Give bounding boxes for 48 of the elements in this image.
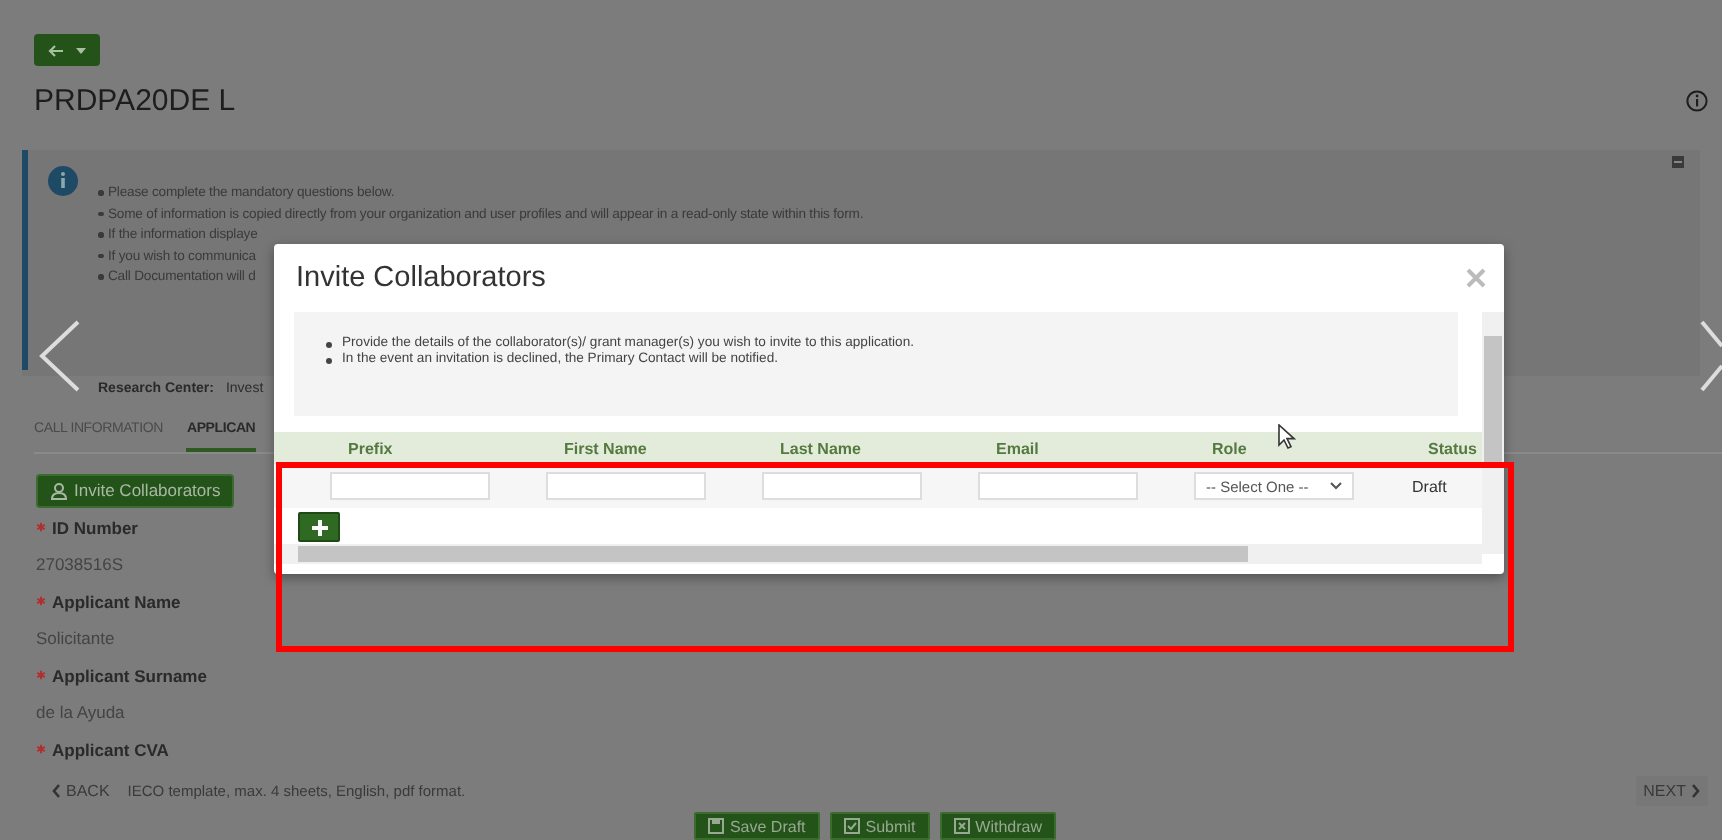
close-icon: [1466, 268, 1486, 288]
action-button[interactable]: Save Draft: [693, 812, 820, 840]
info-icon: [48, 166, 78, 196]
cursor-icon: [1278, 424, 1296, 450]
column-header: Role: [1212, 437, 1247, 461]
text-input[interactable]: [762, 472, 922, 500]
page-title: PRDPA20DE L: [34, 84, 236, 118]
invite-collaborators-button[interactable]: Invite Collaborators: [36, 474, 235, 508]
back-button[interactable]: BACK: [46, 781, 116, 800]
caret-down-icon: [1330, 482, 1342, 490]
field-label: Applicant Name: [52, 591, 181, 612]
column-header: Prefix: [348, 437, 393, 461]
text-input[interactable]: [546, 472, 706, 500]
column-header: Email: [996, 437, 1039, 461]
chevron-left-icon[interactable]: [38, 320, 80, 392]
text-input[interactable]: [330, 472, 490, 500]
action-button[interactable]: Withdraw: [939, 812, 1057, 840]
add-row-button[interactable]: [298, 512, 340, 542]
status-text: Draft: [1410, 477, 1447, 495]
chevron-right-icon[interactable]: [1700, 320, 1722, 392]
caret-down-icon: [76, 47, 86, 53]
field-value: 27038516S: [36, 551, 123, 578]
close-button[interactable]: [1466, 268, 1486, 288]
field-value: Solicitante: [36, 625, 115, 652]
back-dropdown-button[interactable]: [34, 34, 100, 66]
users-icon: [50, 481, 68, 500]
field-label: Applicant Surname: [52, 665, 207, 686]
text-input[interactable]: [978, 472, 1138, 500]
vertical-scrollbar[interactable]: [1482, 312, 1504, 554]
plus-icon: [311, 519, 327, 535]
horizontal-scrollbar[interactable]: [274, 544, 1482, 564]
dialog-title: Invite Collaborators: [296, 262, 546, 294]
column-header: First Name: [564, 437, 647, 461]
chevron-left-icon: [52, 783, 60, 798]
field-label: Applicant CVA: [52, 739, 169, 760]
action-button[interactable]: Submit: [829, 812, 930, 840]
x-box-icon: [953, 818, 970, 835]
chevron-right-icon: [1692, 783, 1700, 798]
field-label: ID Number: [52, 517, 138, 538]
column-header: Last Name: [780, 437, 861, 461]
minus-icon[interactable]: [1672, 156, 1684, 168]
next-button[interactable]: NEXT: [1635, 775, 1708, 806]
field-value: de la Ayuda: [36, 699, 125, 726]
floppy-icon: [707, 818, 724, 835]
checkbox-icon: [843, 818, 860, 835]
arrow-left-icon: [48, 43, 64, 57]
info-icon[interactable]: [1686, 90, 1708, 112]
column-header: Status: [1428, 437, 1477, 461]
